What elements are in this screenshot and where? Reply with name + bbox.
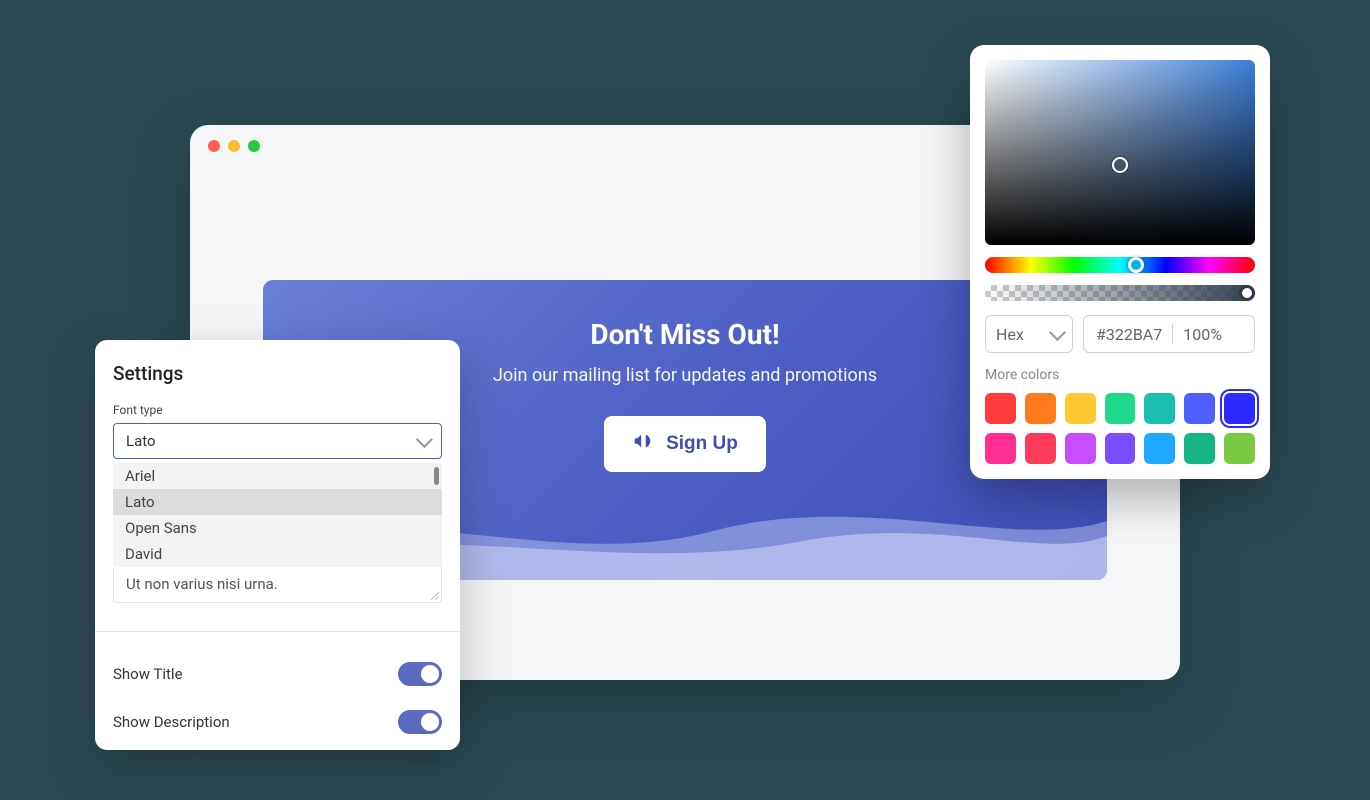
font-type-value: Lato (126, 432, 156, 450)
maximize-icon[interactable] (248, 140, 260, 152)
settings-panel: Settings Font type Lato Ariel Lato Open … (95, 340, 460, 750)
show-title-row: Show Title (113, 650, 442, 698)
color-format-value: Hex (996, 325, 1024, 344)
hex-value: #322BA7 (1096, 325, 1162, 344)
show-description-row: Show Description (113, 698, 442, 746)
close-icon[interactable] (208, 140, 220, 152)
textarea-content: Ut non varius nisi urna. (126, 575, 278, 593)
chevron-down-icon (1049, 324, 1066, 341)
color-picker-panel: Hex #322BA7 100% More colors (970, 45, 1270, 479)
font-option[interactable]: Open Sans (113, 515, 442, 541)
alpha-slider[interactable] (985, 285, 1255, 301)
color-swatch[interactable] (1224, 393, 1255, 424)
minimize-icon[interactable] (228, 140, 240, 152)
color-swatch[interactable] (1025, 433, 1056, 464)
color-swatch[interactable] (1144, 393, 1175, 424)
more-colors-label: More colors (985, 367, 1255, 383)
color-swatch[interactable] (1105, 393, 1136, 424)
color-swatch[interactable] (1224, 433, 1255, 464)
color-swatch[interactable] (985, 393, 1016, 424)
show-title-toggle[interactable] (398, 662, 442, 686)
color-swatch[interactable] (1025, 393, 1056, 424)
signup-button[interactable]: Sign Up (604, 416, 766, 472)
megaphone-icon (632, 430, 654, 458)
saturation-value-area[interactable] (985, 60, 1255, 245)
alpha-thumb[interactable] (1239, 285, 1255, 301)
color-value-input[interactable]: #322BA7 100% (1083, 315, 1255, 353)
scrollbar-thumb[interactable] (434, 467, 439, 485)
color-swatch[interactable] (1065, 393, 1096, 424)
show-title-label: Show Title (113, 665, 183, 683)
hue-slider[interactable] (985, 257, 1255, 273)
color-swatch[interactable] (1065, 433, 1096, 464)
resize-handle-icon[interactable] (429, 590, 439, 600)
font-type-dropdown: Ariel Lato Open Sans David (113, 463, 442, 567)
color-swatch[interactable] (1144, 433, 1175, 464)
divider (95, 631, 460, 632)
color-swatch[interactable] (985, 433, 1016, 464)
description-textarea[interactable]: Ut non varius nisi urna. (113, 567, 442, 603)
hue-thumb[interactable] (1128, 257, 1144, 273)
font-option[interactable]: David (113, 541, 442, 567)
font-type-label: Font type (113, 403, 442, 417)
color-cursor[interactable] (1112, 157, 1128, 173)
chevron-down-icon (416, 431, 433, 448)
separator (1172, 324, 1173, 344)
show-description-label: Show Description (113, 713, 230, 731)
font-type-select[interactable]: Lato (113, 423, 442, 459)
signup-label: Sign Up (666, 433, 738, 455)
opacity-value: 100% (1183, 325, 1222, 344)
color-swatch[interactable] (1105, 433, 1136, 464)
color-swatch[interactable] (1184, 433, 1215, 464)
color-format-select[interactable]: Hex (985, 315, 1073, 353)
font-option[interactable]: Lato (113, 489, 442, 515)
settings-title: Settings (113, 362, 442, 385)
color-swatches (985, 393, 1255, 464)
font-option[interactable]: Ariel (113, 463, 442, 489)
color-swatch[interactable] (1184, 393, 1215, 424)
show-description-toggle[interactable] (398, 710, 442, 734)
